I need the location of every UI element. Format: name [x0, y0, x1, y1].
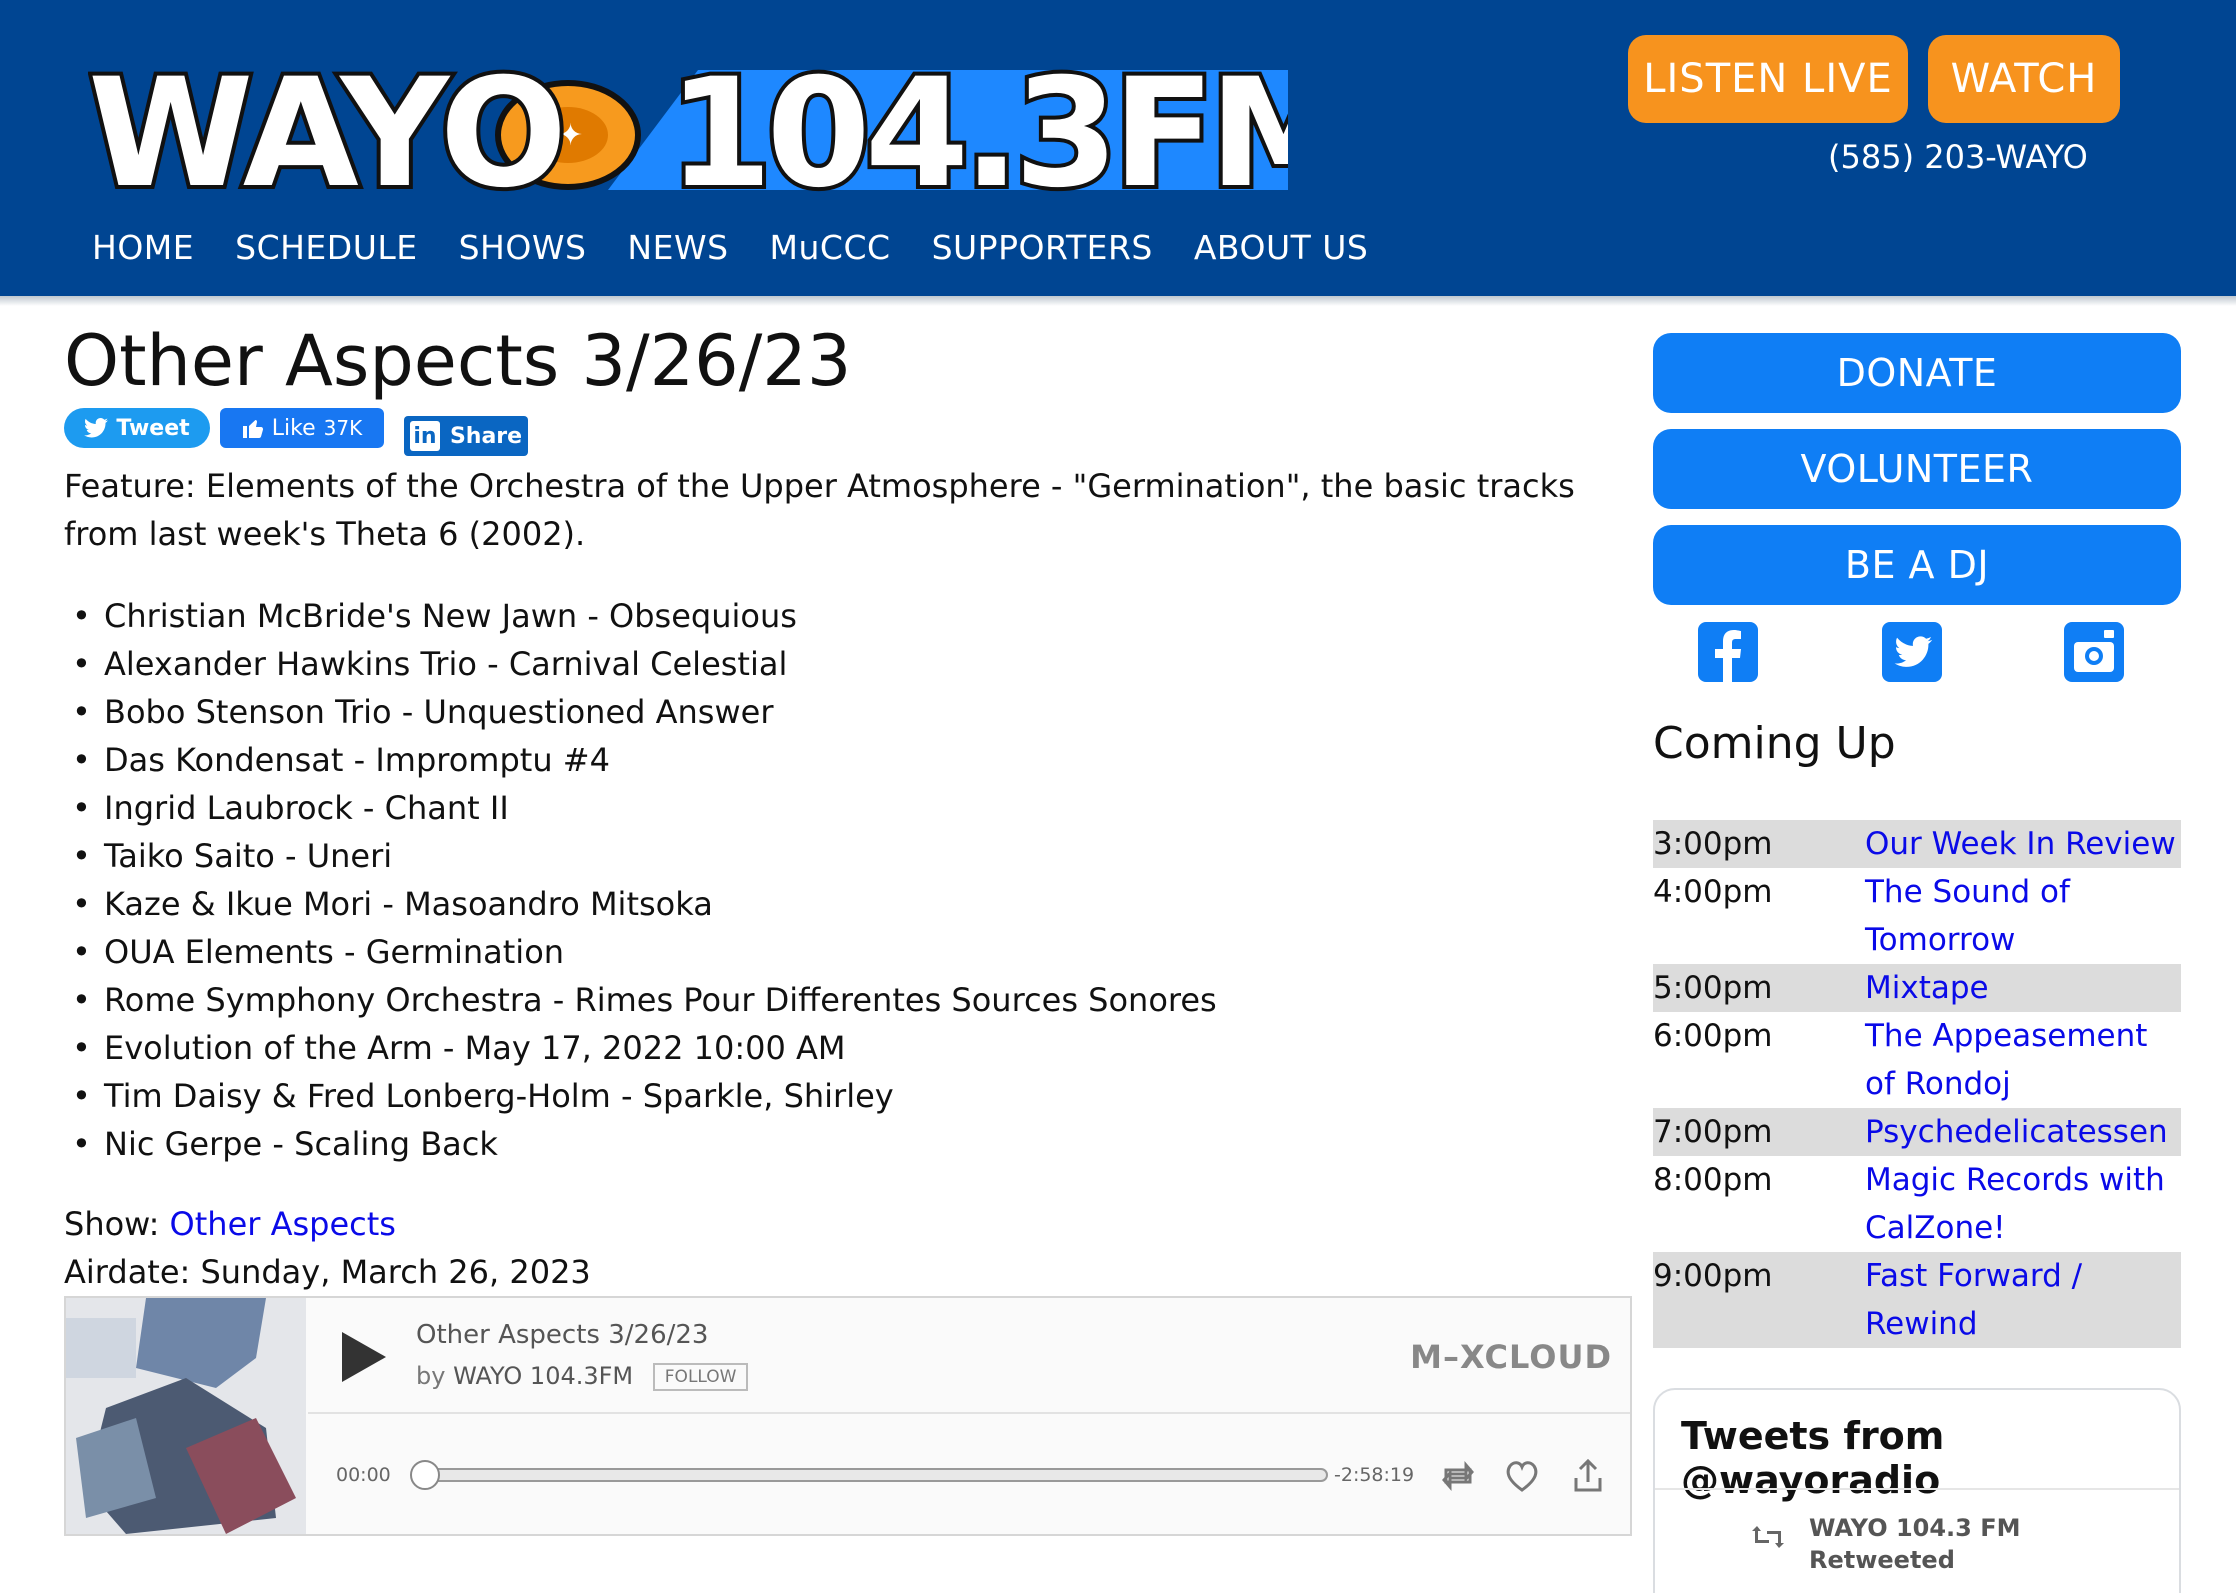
table-row: 9:00pm Fast Forward / Rewind	[1653, 1252, 2181, 1348]
elapsed-time: 00:00	[336, 1464, 391, 1486]
player-artist[interactable]: WAYO 104.3FM	[453, 1362, 633, 1390]
list-item: Das Kondensat - Impromptu #4	[64, 736, 1217, 784]
list-item: Alexander Hawkins Trio - Carnival Celest…	[64, 640, 1217, 688]
show-link[interactable]: Other Aspects	[170, 1205, 396, 1243]
play-icon[interactable]	[340, 1330, 388, 1384]
schedule-show-link[interactable]: The Sound of Tomorrow	[1865, 868, 2181, 964]
header-shadow	[0, 296, 2236, 306]
airdate-value: Sunday, March 26, 2023	[200, 1253, 591, 1291]
twitter-icon[interactable]	[1880, 620, 1944, 684]
follow-button[interactable]: FOLLOW	[652, 1363, 749, 1391]
list-item: Rome Symphony Orchestra - Rimes Pour Dif…	[64, 976, 1217, 1024]
table-row: 5:00pm Mixtape	[1653, 964, 2181, 1012]
watch-button[interactable]: WATCH	[1928, 35, 2120, 123]
list-item: Tim Daisy & Fred Lonberg-Holm - Sparkle,…	[64, 1072, 1217, 1120]
nav-news[interactable]: NEWS	[627, 228, 728, 267]
nav-shows[interactable]: SHOWS	[459, 228, 587, 267]
nav-about-us[interactable]: ABOUT US	[1194, 228, 1369, 267]
instagram-icon[interactable]	[2062, 620, 2126, 684]
nav-home[interactable]: HOME	[92, 228, 194, 267]
heart-icon[interactable]	[1502, 1456, 1542, 1496]
seek-track[interactable]	[424, 1468, 1328, 1482]
schedule-show-link[interactable]: Magic Records with CalZone!	[1865, 1156, 2181, 1252]
volunteer-button[interactable]: VOLUNTEER	[1653, 429, 2181, 509]
site-logo[interactable]: ✦ WAYO 104.3FM	[88, 30, 1288, 200]
phone-number: (585) 203-WAYO	[1828, 138, 2088, 176]
list-item: Evolution of the Arm - May 17, 2022 10:0…	[64, 1024, 1217, 1072]
schedule-show-link[interactable]: Fast Forward / Rewind	[1865, 1252, 2181, 1348]
share-label: Share	[449, 423, 523, 449]
schedule-show-link[interactable]: Mixtape	[1865, 964, 2181, 1012]
mixcloud-logo[interactable]: M–XCLOUD	[1410, 1338, 1612, 1376]
by-label: by	[416, 1362, 446, 1390]
table-row: 4:00pm The Sound of Tomorrow	[1653, 868, 2181, 964]
like-label: Like	[271, 415, 316, 441]
twitter-timeline: Tweets from @wayoradio WAYO 104.3 FM Ret…	[1653, 1388, 2181, 1593]
schedule-show-link[interactable]: Our Week In Review	[1865, 820, 2181, 868]
listen-live-button[interactable]: LISTEN LIVE	[1628, 35, 1908, 123]
seek-bar[interactable]	[410, 1460, 1328, 1490]
table-row: 3:00pm Our Week In Review	[1653, 820, 2181, 868]
seek-handle[interactable]	[410, 1460, 440, 1490]
schedule-time: 8:00pm	[1653, 1162, 1773, 1198]
svg-text:WAYO: WAYO	[88, 47, 563, 200]
list-item: Bobo Stenson Trio - Unquestioned Answer	[64, 688, 1217, 736]
schedule-time: 4:00pm	[1653, 874, 1773, 910]
like-count: 37K	[323, 416, 363, 440]
linkedin-icon: in	[409, 421, 440, 451]
share-icon[interactable]	[1568, 1456, 1608, 1496]
repost-icon[interactable]	[1438, 1456, 1478, 1496]
remaining-time: -2:58:19	[1334, 1464, 1415, 1486]
nav-muccc[interactable]: MuCCC	[770, 228, 891, 267]
schedule-show-link[interactable]: The Appeasement of Rondoj	[1865, 1012, 2181, 1108]
donate-button[interactable]: DONATE	[1653, 333, 2181, 413]
facebook-icon[interactable]	[1696, 620, 1760, 684]
list-item: Kaze & Ikue Mori - Masoandro Mitsoka	[64, 880, 1217, 928]
nav-supporters[interactable]: SUPPORTERS	[932, 228, 1153, 267]
table-row: 6:00pm The Appeasement of Rondoj	[1653, 1012, 2181, 1108]
show-label: Show:	[64, 1205, 160, 1243]
list-item: Ingrid Laubrock - Chant II	[64, 784, 1217, 832]
nav-schedule[interactable]: SCHEDULE	[235, 228, 417, 267]
list-item: Nic Gerpe - Scaling Back	[64, 1120, 1217, 1168]
show-line: Show: Other Aspects	[64, 1200, 396, 1248]
schedule-time: 6:00pm	[1653, 1018, 1773, 1054]
table-row: 7:00pm Psychedelicatessen	[1653, 1108, 2181, 1156]
airdate-label: Airdate:	[64, 1253, 191, 1291]
thumbs-up-icon	[242, 420, 263, 438]
mixcloud-player: Other Aspects 3/26/23 by WAYO 104.3FM FO…	[64, 1296, 1632, 1536]
track-list: Christian McBride's New Jawn - Obsequiou…	[64, 592, 1217, 1168]
list-item: Taiko Saito - Uneri	[64, 832, 1217, 880]
linkedin-share-button[interactable]: in Share	[404, 416, 528, 456]
table-row: 8:00pm Magic Records with CalZone!	[1653, 1156, 2181, 1252]
twitter-bird-icon	[84, 418, 109, 438]
schedule-time: 5:00pm	[1653, 970, 1773, 1006]
schedule-time: 9:00pm	[1653, 1258, 1773, 1294]
player-byline: by WAYO 104.3FM FOLLOW	[416, 1362, 749, 1391]
retweet-icon	[1752, 1526, 1784, 1548]
divider	[1655, 1488, 2179, 1490]
cover-art	[66, 1298, 306, 1534]
player-track-title[interactable]: Other Aspects 3/26/23	[416, 1320, 708, 1350]
schedule-time: 3:00pm	[1653, 826, 1773, 862]
feature-text: Feature: Elements of the Orchestra of th…	[64, 467, 1575, 553]
tweet-label: Tweet	[116, 415, 190, 441]
be-a-dj-button[interactable]: BE A DJ	[1653, 525, 2181, 605]
schedule-time: 7:00pm	[1653, 1114, 1773, 1150]
main-nav: HOME SCHEDULE SHOWS NEWS MuCCC SUPPORTER…	[92, 228, 1409, 267]
page-title: Other Aspects 3/26/23	[64, 320, 852, 402]
player-header: Other Aspects 3/26/23 by WAYO 104.3FM FO…	[308, 1298, 1630, 1414]
schedule-table: 3:00pm Our Week In Review 4:00pm The Sou…	[1653, 820, 2181, 1348]
like-button[interactable]: Like 37K	[220, 408, 384, 448]
retweeted-label: Retweeted	[1809, 1546, 1955, 1574]
svg-text:104.3FM: 104.3FM	[668, 47, 1288, 200]
schedule-show-link[interactable]: Psychedelicatessen	[1865, 1108, 2181, 1156]
retweeter-name[interactable]: WAYO 104.3 FM	[1809, 1514, 2021, 1542]
airdate-line: Airdate: Sunday, March 26, 2023	[64, 1248, 591, 1296]
list-item: OUA Elements - Germination	[64, 928, 1217, 976]
share-buttons: Tweet Like 37K in Share	[64, 408, 528, 456]
list-item: Christian McBride's New Jawn - Obsequiou…	[64, 592, 1217, 640]
coming-up-heading: Coming Up	[1653, 718, 1896, 769]
tweet-button[interactable]: Tweet	[64, 408, 210, 448]
